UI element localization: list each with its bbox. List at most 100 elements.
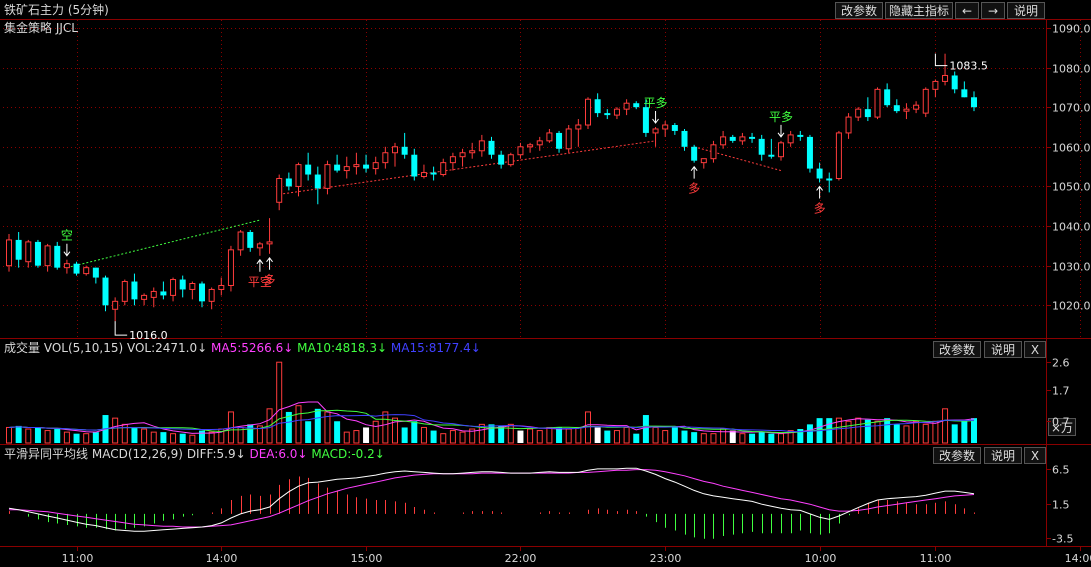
candle-body <box>189 283 196 290</box>
volume-bar <box>6 426 12 444</box>
volume-bar <box>806 424 813 443</box>
price-tick-label: 1040.0 <box>1052 221 1091 234</box>
volume-bar <box>922 423 929 444</box>
candle-body <box>285 178 292 187</box>
candle-body <box>227 249 234 286</box>
signal-down-arrow <box>652 110 659 124</box>
volume-bar <box>729 430 736 443</box>
candle-body <box>749 136 756 139</box>
candle-body <box>141 294 148 300</box>
candle-body <box>710 144 717 160</box>
candle-body <box>392 146 398 154</box>
candle-body <box>44 245 51 267</box>
candle-body <box>199 283 205 302</box>
candle-body <box>507 154 514 166</box>
chart-canvas: 1020.0 1030.0 1040.0 1050.0 1060.0 1070.0 1080… <box>0 19 1091 565</box>
volume-bar <box>604 430 611 443</box>
candle-body <box>218 284 225 290</box>
volume-bar <box>778 433 784 444</box>
volume-bar <box>440 433 447 444</box>
candle-body <box>720 136 727 146</box>
candle-body <box>575 124 582 130</box>
volume-bar <box>971 418 977 443</box>
candle-body <box>208 288 215 302</box>
candle-body <box>420 172 427 178</box>
candle-body <box>864 109 871 118</box>
volume-bar <box>700 433 707 444</box>
volume-bar <box>893 424 900 443</box>
volume-bar <box>34 427 41 443</box>
candle-body <box>73 263 80 274</box>
candle-body <box>170 279 177 296</box>
candle-body <box>951 75 958 90</box>
candle-body <box>594 99 601 114</box>
time-tick-label: 11:00 <box>920 552 952 565</box>
volume-bar <box>613 430 620 444</box>
candle-body <box>488 140 495 155</box>
volume-bar <box>363 427 370 443</box>
volume-bar <box>633 433 640 443</box>
candle-body <box>806 136 813 169</box>
volume-bar <box>92 432 99 443</box>
volume-bar <box>353 430 360 444</box>
candle-body <box>835 132 842 179</box>
volume-bar <box>411 421 418 443</box>
time-tick-label: 23:00 <box>650 552 682 565</box>
volume-bar <box>903 425 910 444</box>
time-tick-label: 11:00 <box>62 552 94 565</box>
candle-body <box>34 241 41 266</box>
candle-body <box>295 164 302 187</box>
volume-bar <box>199 430 205 443</box>
candle-body <box>150 290 157 298</box>
volume-bar <box>845 420 852 444</box>
candle-body <box>681 130 688 147</box>
volume-bar <box>334 421 341 443</box>
candle-body <box>826 178 833 181</box>
volume-bar <box>720 428 727 444</box>
volume-bar <box>44 430 51 444</box>
volume-bar <box>112 417 119 444</box>
volume-bar <box>73 433 80 443</box>
volume-bar <box>913 420 920 444</box>
time-tick-label: 14:00 <box>1065 552 1091 565</box>
volume-bar <box>247 424 254 443</box>
candle-body <box>623 102 630 110</box>
volume-bar <box>208 431 215 444</box>
candle-body <box>700 158 707 164</box>
signal-up-arrow <box>256 258 264 272</box>
volume-bar <box>942 408 949 444</box>
candle-body <box>314 174 321 189</box>
candle-body <box>401 146 408 155</box>
volume-bar <box>932 420 939 444</box>
volume-bar <box>141 428 148 444</box>
candle-body <box>498 154 505 165</box>
candle-body <box>372 162 379 170</box>
candle-body <box>855 108 862 118</box>
candle-body <box>884 89 891 106</box>
volume-bar <box>671 427 678 443</box>
volume-bar <box>488 424 495 443</box>
candle-body <box>266 241 273 245</box>
volume-bar <box>623 426 630 444</box>
volume-bar <box>54 429 61 443</box>
volume-bar <box>372 420 379 444</box>
volume-bar <box>179 433 186 443</box>
candle-body <box>25 241 32 263</box>
candle-body <box>6 239 12 267</box>
volume-bar <box>507 423 514 444</box>
candle-body <box>54 245 61 268</box>
price-label: 1083.5 <box>949 60 988 73</box>
candle-body <box>430 172 437 175</box>
volume-bar <box>546 426 553 444</box>
candle-body <box>459 152 466 158</box>
volume-bar <box>662 430 669 444</box>
candle-body <box>334 164 341 171</box>
volume-bar <box>652 426 659 444</box>
candle-body <box>112 300 119 310</box>
candle-body <box>778 142 784 158</box>
candle-body <box>131 281 138 300</box>
macd-tick-label: -3.5 <box>1052 533 1073 546</box>
signal-down-arrow <box>63 243 71 257</box>
volume-bar <box>565 428 572 444</box>
candle-body <box>92 267 99 278</box>
